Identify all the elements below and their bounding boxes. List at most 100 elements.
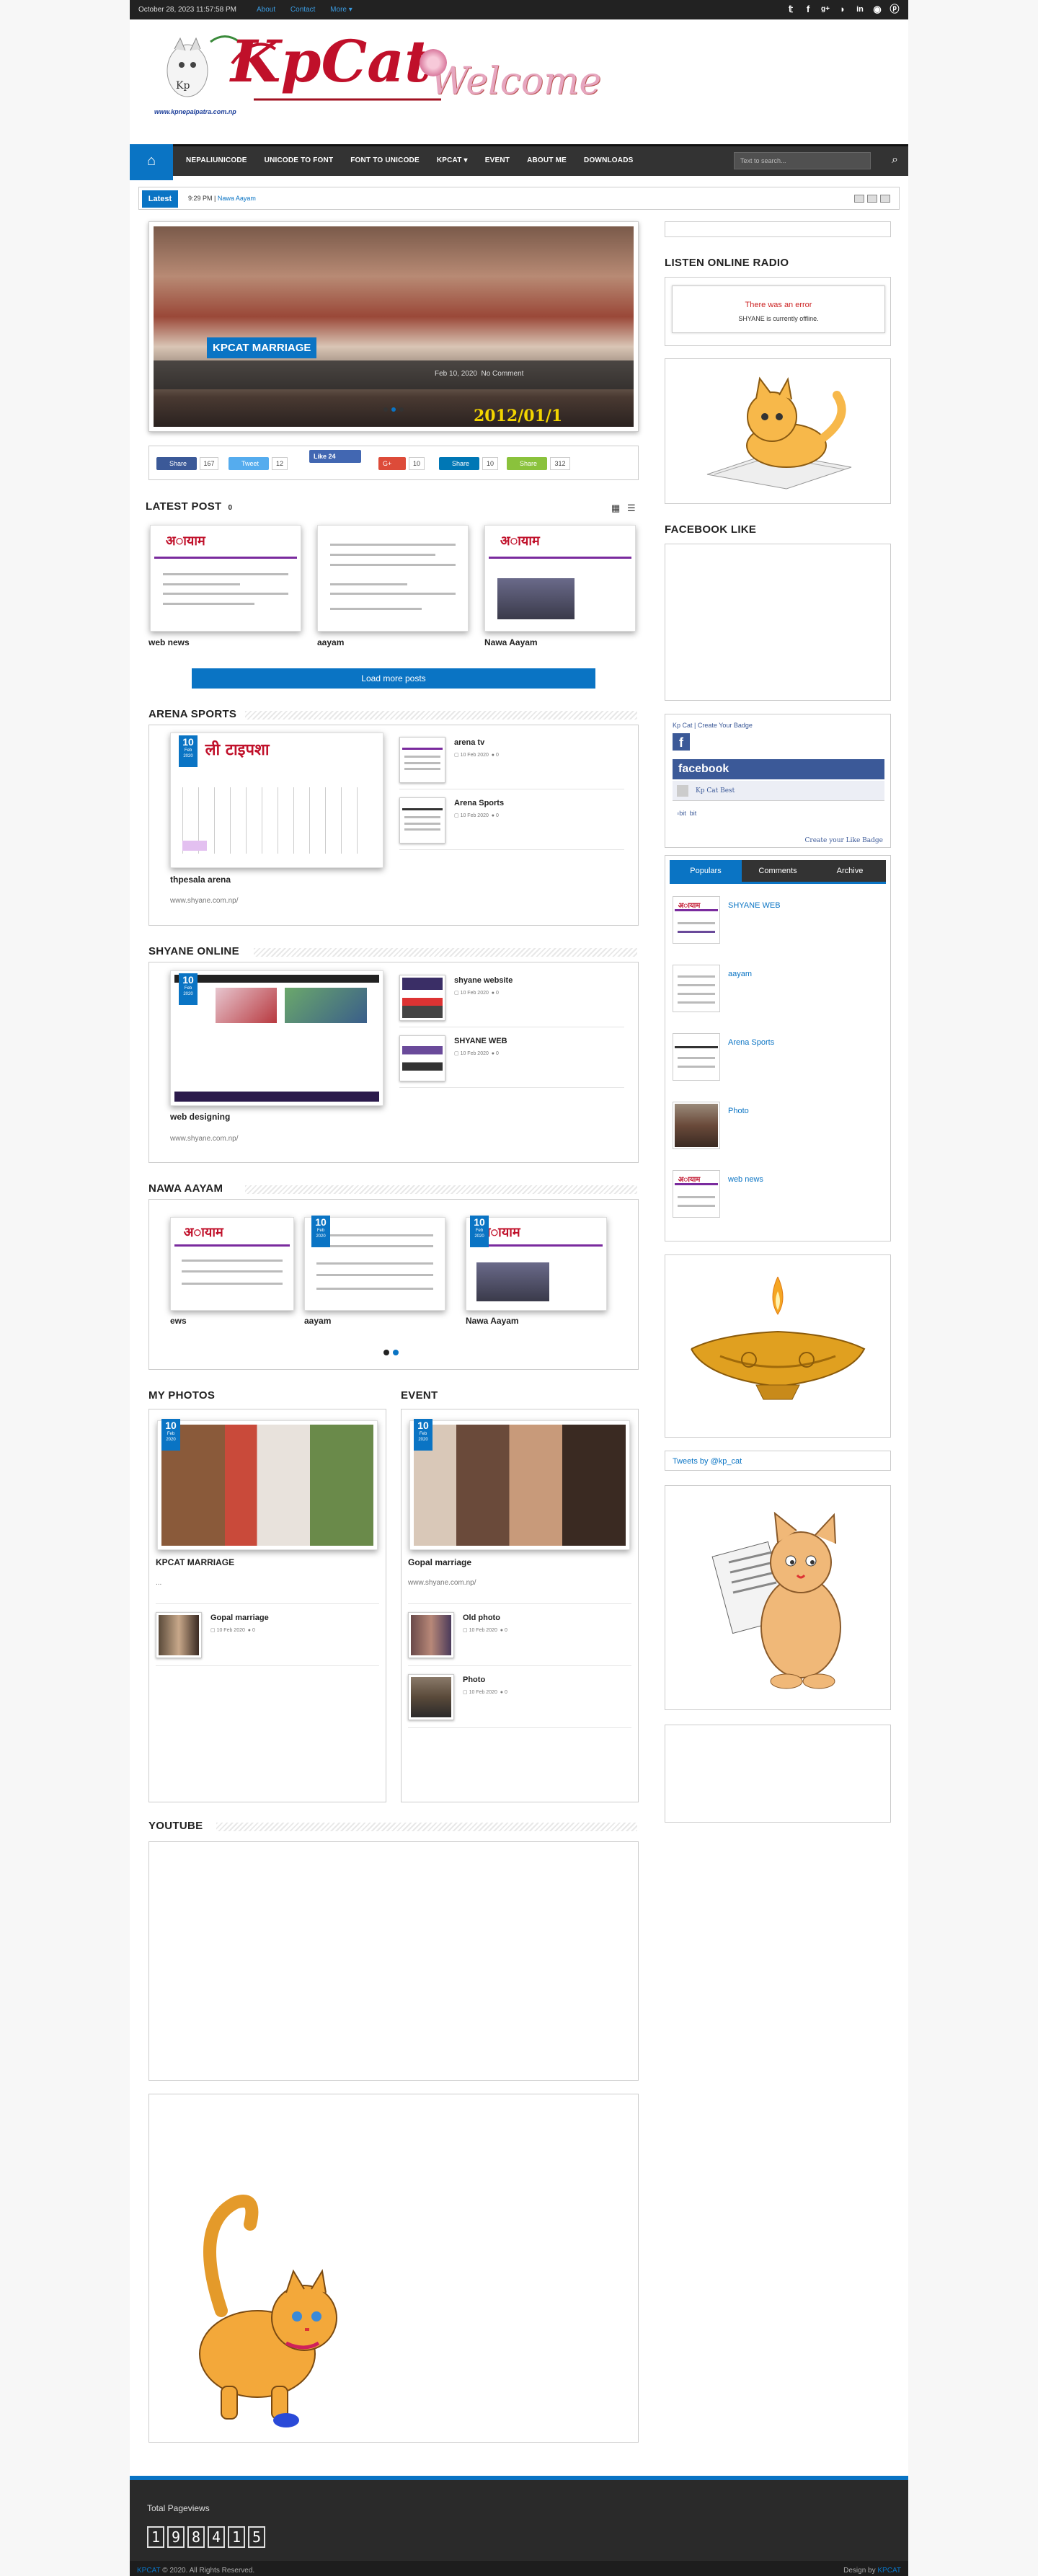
facebook-like-widget[interactable] xyxy=(665,544,891,701)
side-thumbnail[interactable] xyxy=(408,1674,454,1720)
popular-item-title[interactable]: aayam xyxy=(728,970,752,978)
search-input[interactable]: Text to search... xyxy=(734,152,871,169)
event-main-card[interactable] xyxy=(409,1420,630,1550)
nav-item-font-to-unicode[interactable]: FONT TO UNICODE xyxy=(342,156,428,164)
slider-dot[interactable] xyxy=(383,407,388,412)
tweets-widget[interactable]: Tweets by @kp_cat xyxy=(665,1451,891,1471)
slider-title[interactable]: KPCAT MARRIAGE xyxy=(207,337,317,358)
nawa-card[interactable]: अायाम xyxy=(170,1217,294,1311)
photos-main-card[interactable] xyxy=(157,1420,378,1550)
latest-post-item-title[interactable]: web news xyxy=(148,637,190,647)
designer-link[interactable]: KPCAT xyxy=(877,2567,901,2575)
facebook-like-button[interactable]: Like 24 xyxy=(309,450,361,463)
side-thumbnail[interactable] xyxy=(408,1612,454,1658)
popular-thumb[interactable]: अायाम xyxy=(673,896,720,944)
linkedin-share-button[interactable]: Share xyxy=(439,457,479,470)
popular-item-title[interactable]: Photo xyxy=(728,1107,749,1115)
carousel-dot[interactable] xyxy=(393,1350,399,1355)
nav-item-about-me[interactable]: ABOUT ME xyxy=(518,156,575,164)
shyane-main-title[interactable]: web designing xyxy=(170,1112,230,1122)
carousel-dot[interactable] xyxy=(383,1350,389,1355)
shyane-main-card[interactable] xyxy=(170,970,383,1106)
ticker-headline[interactable]: Nawa Aayam xyxy=(218,195,256,202)
generic-share-button[interactable]: Share xyxy=(507,457,547,470)
list-view-icon[interactable]: ☰ xyxy=(627,503,636,514)
rss-icon[interactable]: ◗ xyxy=(838,3,848,16)
popular-thumb[interactable]: अायाम xyxy=(673,1170,720,1218)
latest-post-item-title[interactable]: Nawa Aayam xyxy=(484,637,538,647)
popular-thumb[interactable] xyxy=(673,1102,720,1149)
tab-archive[interactable]: Archive xyxy=(814,860,886,882)
load-more-button[interactable]: Load more posts xyxy=(192,668,595,689)
side-thumbnail[interactable] xyxy=(399,975,445,1021)
ticker-text[interactable]: 9:29 PM | Nawa Aayam xyxy=(188,195,256,202)
latest-post-card[interactable] xyxy=(317,525,469,632)
shyane-side-title[interactable]: shyane website xyxy=(454,976,513,985)
search-icon[interactable]: ⌕ xyxy=(892,154,898,167)
side-thumbnail[interactable] xyxy=(399,737,445,783)
counter-digit: 5 xyxy=(248,2526,265,2548)
top-link-contact[interactable]: Contact xyxy=(290,6,315,14)
popular-item-title[interactable]: SHYANE WEB xyxy=(728,901,781,910)
slider-comments[interactable]: No Comment xyxy=(482,370,524,378)
side-thumbnail[interactable] xyxy=(156,1612,202,1658)
footer-brand-link[interactable]: KPCAT xyxy=(137,2567,160,2575)
latest-post-item-title[interactable]: aayam xyxy=(317,637,344,647)
popular-thumb[interactable] xyxy=(673,965,720,1012)
pinterest-icon[interactable]: ⓟ xyxy=(890,3,900,16)
nawa-item-title[interactable]: Nawa Aayam xyxy=(466,1316,519,1326)
top-link-more[interactable]: More ▾ xyxy=(330,6,352,14)
google-plus-button[interactable]: G+ xyxy=(378,457,406,470)
slider-dot[interactable] xyxy=(391,407,396,412)
side-thumbnail[interactable] xyxy=(399,1035,445,1081)
twitter-tweet-button[interactable]: Tweet xyxy=(229,457,269,470)
arena-main-card[interactable]: ली टाइपशा xyxy=(170,732,383,868)
arena-main-title[interactable]: thpesala arena xyxy=(170,875,231,885)
top-link-about[interactable]: About xyxy=(257,6,275,14)
badge-create-link[interactable]: Create your Like Badge xyxy=(805,837,883,844)
ticker-prev-icon[interactable] xyxy=(854,195,864,203)
dribbble-icon[interactable]: ◉ xyxy=(872,3,882,16)
photos-main-title[interactable]: KPCAT MARRIAGE xyxy=(156,1557,234,1567)
ticker-pause-icon[interactable] xyxy=(867,195,877,203)
tweets-link[interactable]: Tweets by @kp_cat xyxy=(673,1457,742,1466)
twitter-icon[interactable]: 𝕥 xyxy=(786,3,796,16)
nawa-item-title[interactable]: ews xyxy=(170,1316,187,1326)
arena-side-title[interactable]: arena tv xyxy=(454,738,484,747)
youtube-embed[interactable] xyxy=(148,1841,639,2081)
popular-item-title[interactable]: web news xyxy=(728,1175,763,1184)
badge-name[interactable]: Kp Cat Best xyxy=(696,787,735,795)
nawa-item-title[interactable]: aayam xyxy=(304,1316,331,1326)
arena-side-title[interactable]: Arena Sports xyxy=(454,799,504,807)
popular-item-title[interactable]: Arena Sports xyxy=(728,1038,774,1047)
nav-item-nepaliunicode[interactable]: NEPALIUNICODE xyxy=(177,156,256,164)
event-side-title[interactable]: Photo xyxy=(463,1676,485,1684)
site-logo[interactable]: Kp KpCat www.kpnepalpatra.com.np Welcome xyxy=(146,20,601,121)
nav-item-downloads[interactable]: DOWNLOADS xyxy=(575,156,642,164)
google-plus-icon[interactable]: g+ xyxy=(820,3,830,16)
event-main-title[interactable]: Gopal marriage xyxy=(408,1557,471,1567)
grid-view-icon[interactable]: ▦ xyxy=(611,503,620,514)
featured-slider[interactable]: KPCAT MARRIAGE Feb 10, 2020 No Comment 2… xyxy=(148,221,639,432)
event-side-title[interactable]: Old photo xyxy=(463,1614,500,1622)
tab-populars[interactable]: Populars xyxy=(670,860,742,882)
tab-comments[interactable]: Comments xyxy=(742,860,814,882)
side-thumbnail[interactable] xyxy=(399,797,445,844)
slider-dot[interactable] xyxy=(399,407,404,412)
latest-post-card[interactable]: अायाम xyxy=(150,525,301,632)
latest-post-card[interactable]: अायाम xyxy=(484,525,636,632)
facebook-icon[interactable]: f xyxy=(673,733,690,751)
facebook-share-button[interactable]: Share xyxy=(156,457,197,470)
linkedin-icon[interactable]: in xyxy=(855,3,865,16)
facebook-icon[interactable]: f xyxy=(803,3,813,16)
ticker-next-icon[interactable] xyxy=(880,195,890,203)
badge-link-kpcat[interactable]: Kp Cat xyxy=(673,722,693,729)
shyane-side-title[interactable]: SHYANE WEB xyxy=(454,1037,507,1045)
nav-item-kpcat[interactable]: KPCAT ▾ xyxy=(428,156,476,164)
photos-side-title[interactable]: Gopal marriage xyxy=(210,1614,269,1622)
popular-thumb[interactable] xyxy=(673,1033,720,1081)
badge-link-create[interactable]: Create Your Badge xyxy=(698,722,753,729)
home-icon[interactable]: ⌂ xyxy=(130,144,173,180)
nav-item-unicode-to-font[interactable]: UNICODE TO FONT xyxy=(256,156,342,164)
nav-item-event[interactable]: EVENT xyxy=(476,156,518,164)
